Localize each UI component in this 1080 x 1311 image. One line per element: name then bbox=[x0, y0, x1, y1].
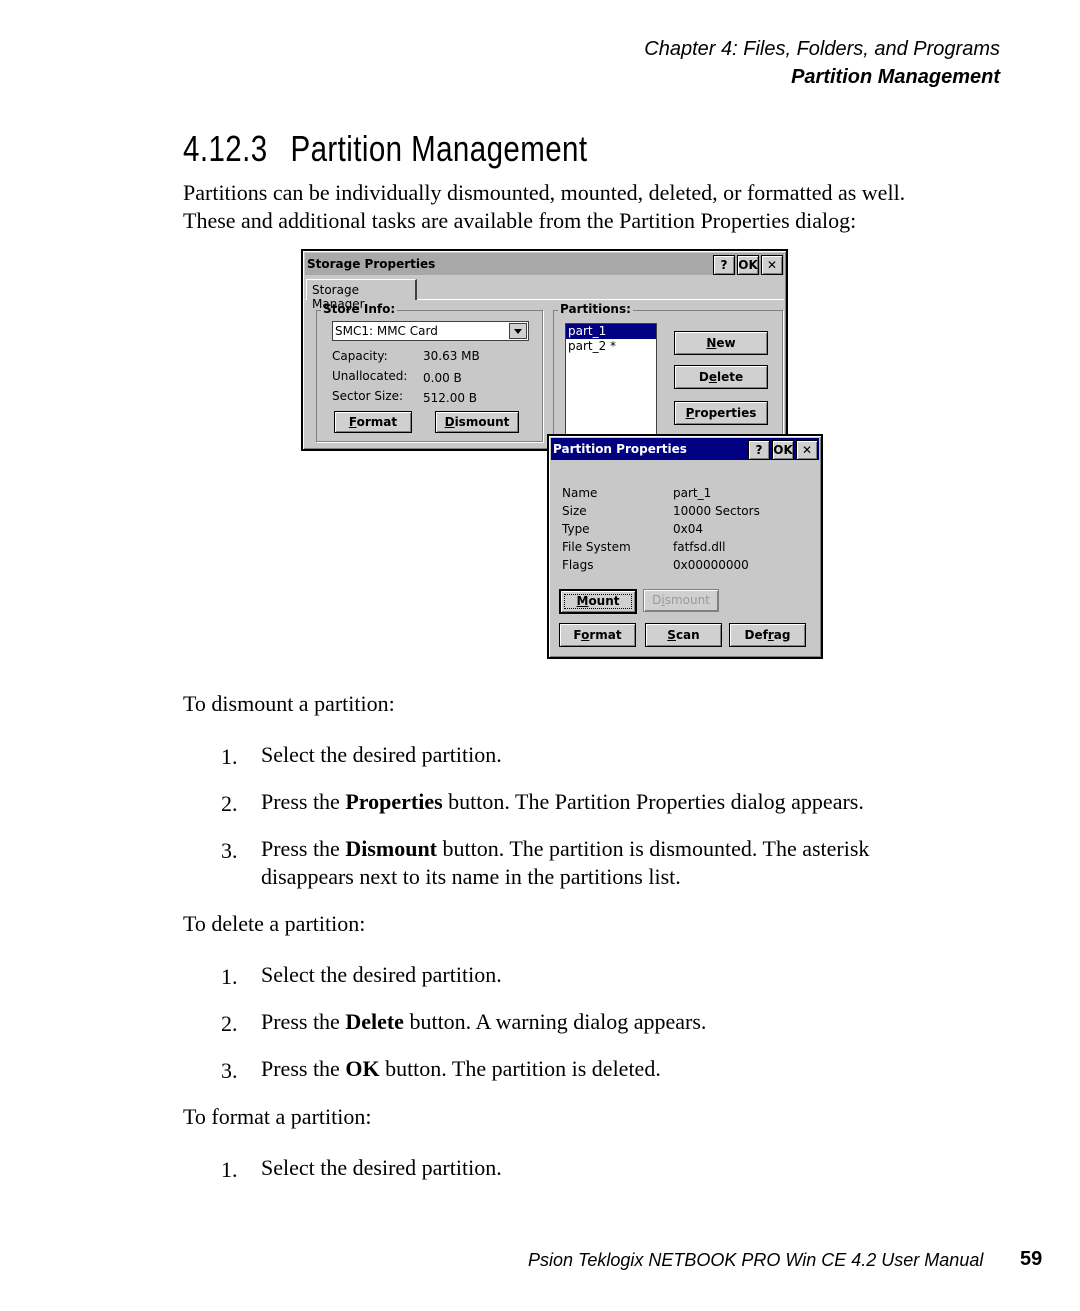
running-header-chapter: Chapter 4: Files, Folders, and Programs bbox=[644, 38, 1000, 60]
format-button[interactable]: Format bbox=[559, 623, 636, 647]
section-title: Partition Management bbox=[290, 128, 588, 169]
field-value: 0x00000000 bbox=[673, 558, 749, 572]
field-label: Flags bbox=[562, 558, 594, 572]
ok-button[interactable]: OK bbox=[737, 255, 759, 275]
step-text: Press the OK button. The partition is de… bbox=[261, 1056, 661, 1081]
step-text: Select the desired partition. bbox=[261, 742, 502, 767]
step-text: Select the desired partition. bbox=[261, 962, 502, 987]
partition-dialog-title: Partition Properties bbox=[553, 442, 687, 456]
format-store-button[interactable]: Format bbox=[334, 411, 412, 433]
tab-storage-manager[interactable]: Storage Manager bbox=[306, 279, 417, 311]
mount-button[interactable]: Mount bbox=[559, 589, 637, 614]
page-number: 59 bbox=[1020, 1248, 1043, 1270]
partition-item[interactable]: part_2 * bbox=[566, 339, 656, 354]
sector-size-value: 512.00 B bbox=[423, 391, 478, 405]
step-number: 2. bbox=[221, 1011, 238, 1036]
intro-line-2: These and additional tasks are available… bbox=[183, 208, 857, 233]
field-value: 10000 Sectors bbox=[673, 504, 760, 518]
storage-properties-dialog: Storage Properties ? OK ✕ Storage Manage… bbox=[301, 249, 788, 451]
field-label: File System bbox=[562, 540, 631, 554]
properties-button[interactable]: Properties bbox=[674, 401, 768, 425]
running-header-section: Partition Management bbox=[791, 66, 1000, 88]
delete-intro: To delete a partition: bbox=[183, 911, 366, 936]
section-number: 4.12.3 bbox=[183, 128, 268, 169]
help-button[interactable]: ? bbox=[748, 440, 770, 460]
step-text: Press the Dismount button. The partition… bbox=[261, 836, 870, 889]
storage-dialog-titlebar: Storage Properties ? OK ✕ bbox=[305, 253, 784, 275]
new-partition-button[interactable]: New bbox=[674, 331, 768, 355]
field-value: fatfsd.dll bbox=[673, 540, 726, 554]
capacity-value: 30.63 MB bbox=[423, 349, 480, 363]
partitions-label: Partitions: bbox=[558, 302, 633, 316]
step-number: 1. bbox=[221, 1157, 238, 1182]
sector-size-label: Sector Size: bbox=[332, 389, 404, 403]
field-label: Size bbox=[562, 504, 587, 518]
storage-dialog-title: Storage Properties bbox=[307, 257, 436, 271]
store-select-value: SMC1: MMC Card bbox=[335, 324, 438, 338]
partition-dialog-titlebar: Partition Properties ? OK ✕ bbox=[551, 438, 819, 460]
step-number: 3. bbox=[221, 1058, 238, 1083]
chevron-down-icon[interactable] bbox=[509, 323, 527, 339]
field-value: part_1 bbox=[673, 486, 712, 500]
scan-button[interactable]: Scan bbox=[645, 623, 722, 647]
defrag-button[interactable]: Defrag bbox=[729, 623, 806, 647]
dismount-button[interactable]: Dismount bbox=[643, 589, 719, 612]
close-icon[interactable]: ✕ bbox=[796, 440, 818, 460]
help-button[interactable]: ? bbox=[713, 255, 735, 275]
partitions-group: Partitions: part_1 part_2 * New Delete P… bbox=[553, 302, 783, 449]
capacity-label: Capacity: bbox=[332, 349, 388, 363]
dismount-store-button[interactable]: Dismount bbox=[435, 411, 519, 433]
field-label: Type bbox=[562, 522, 590, 536]
partition-properties-dialog: Partition Properties ? OK ✕ Name part_1 Si… bbox=[547, 434, 823, 659]
close-icon[interactable]: ✕ bbox=[761, 255, 783, 275]
delete-partition-button[interactable]: Delete bbox=[674, 365, 768, 389]
format-intro: To format a partition: bbox=[183, 1104, 372, 1129]
unallocated-value: 0.00 B bbox=[423, 371, 462, 385]
step-number: 2. bbox=[221, 791, 238, 816]
step-text: Press the Delete button. A warning dialo… bbox=[261, 1009, 707, 1034]
step-text: Press the Properties button. The Partiti… bbox=[261, 789, 864, 814]
ok-button[interactable]: OK bbox=[772, 440, 794, 460]
store-info-group: Store Info: SMC1: MMC Card Capacity: 30.… bbox=[316, 302, 543, 442]
tab-label: Storage Manager bbox=[312, 283, 365, 311]
step-text: Select the desired partition. bbox=[261, 1155, 502, 1180]
dismount-intro: To dismount a partition: bbox=[183, 691, 395, 716]
step-number: 3. bbox=[221, 838, 238, 863]
field-label: Name bbox=[562, 486, 598, 500]
unallocated-label: Unallocated: bbox=[332, 369, 408, 383]
partition-item-selected[interactable]: part_1 bbox=[566, 324, 656, 339]
section-heading: 4.12.3 Partition Management bbox=[183, 128, 588, 170]
step-number: 1. bbox=[221, 744, 238, 769]
step-number: 1. bbox=[221, 964, 238, 989]
footer-manual-title: Psion Teklogix NETBOOK PRO Win CE 4.2 Us… bbox=[528, 1250, 984, 1270]
partitions-list[interactable]: part_1 part_2 * bbox=[565, 323, 657, 449]
field-value: 0x04 bbox=[673, 522, 704, 536]
store-select[interactable]: SMC1: MMC Card bbox=[332, 321, 529, 341]
intro-line-1: Partitions can be individually dismounte… bbox=[183, 180, 906, 205]
